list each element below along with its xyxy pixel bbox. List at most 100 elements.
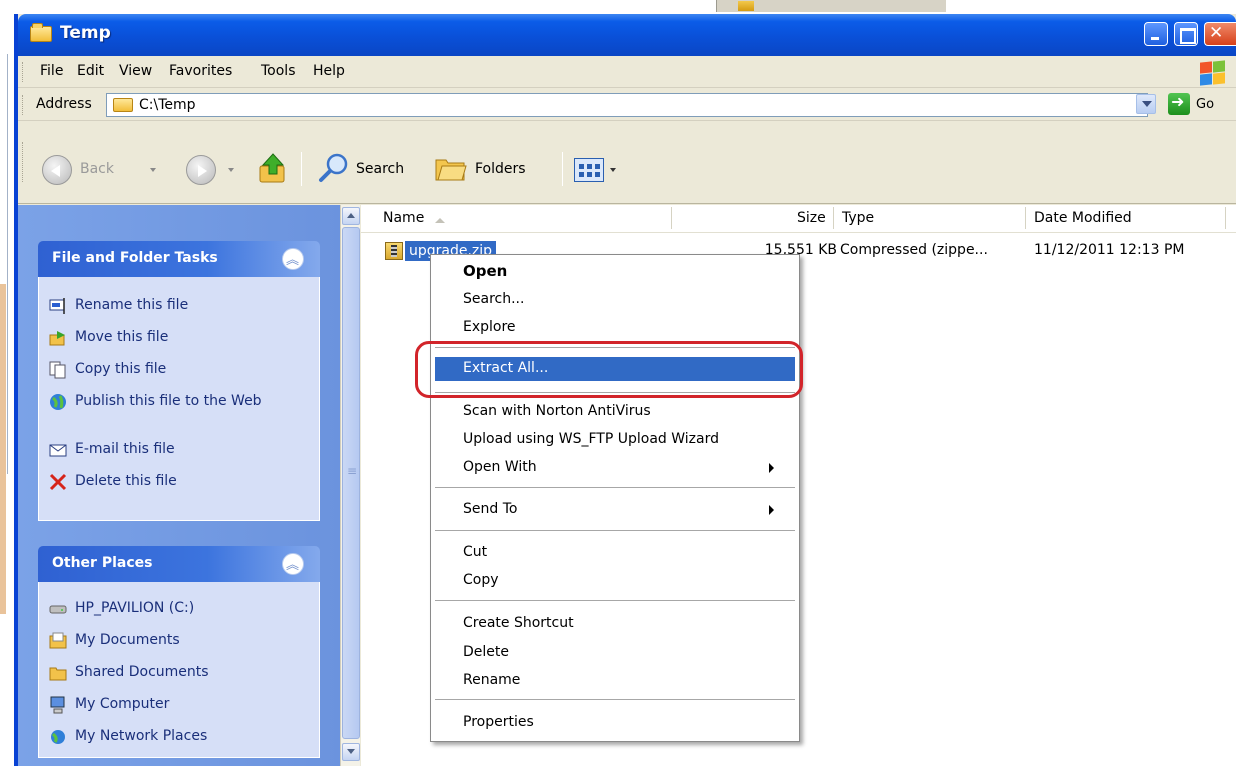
menu-grip bbox=[22, 62, 25, 82]
menu-item-label: Cut bbox=[463, 544, 488, 560]
task-label: Publish this file to the Web bbox=[75, 393, 262, 409]
address-grip bbox=[22, 95, 25, 115]
forward-arrow-icon[interactable] bbox=[186, 155, 216, 185]
title-bar[interactable]: Temp bbox=[18, 14, 1236, 56]
toolbar-grip bbox=[22, 142, 25, 182]
place-label: My Computer bbox=[75, 696, 170, 712]
views-dropdown-icon[interactable] bbox=[610, 168, 616, 172]
desktop-edge bbox=[0, 14, 14, 766]
other-places-header[interactable]: Other Places bbox=[38, 546, 320, 582]
column-type[interactable]: Type bbox=[842, 210, 874, 226]
place-label: Shared Documents bbox=[75, 664, 209, 680]
menu-item-label: Rename bbox=[463, 672, 521, 688]
collapse-chevron-icon[interactable] bbox=[282, 553, 304, 575]
search-icon[interactable] bbox=[318, 152, 350, 184]
vertical-scrollbar[interactable] bbox=[340, 205, 360, 766]
column-divider[interactable] bbox=[833, 207, 834, 229]
menu-item-label: Upload using WS_FTP Upload Wizard bbox=[463, 431, 720, 447]
menu-item-explore[interactable]: Explore bbox=[435, 316, 795, 340]
menu-item-label: Explore bbox=[463, 319, 516, 335]
folders-button-label[interactable]: Folders bbox=[475, 161, 526, 177]
menu-view[interactable]: View bbox=[119, 63, 152, 79]
computer-icon bbox=[50, 696, 65, 714]
menu-item-delete[interactable]: Delete bbox=[435, 641, 795, 665]
menu-item-label: Create Shortcut bbox=[463, 615, 574, 631]
address-label: Address bbox=[36, 96, 92, 112]
close-button[interactable] bbox=[1204, 22, 1236, 46]
back-button-label[interactable]: Back bbox=[80, 161, 114, 177]
menu-item-label: Search... bbox=[463, 291, 525, 307]
highlight-annotation bbox=[415, 341, 803, 398]
column-date-modified[interactable]: Date Modified bbox=[1034, 210, 1132, 226]
menu-item-scan-norton[interactable]: Scan with Norton AntiVirus bbox=[435, 400, 795, 424]
menu-item-label: Open With bbox=[463, 459, 537, 475]
other-places-panel: Other Places HP_PAVILION (C:) My Documen… bbox=[38, 546, 320, 758]
search-button-label[interactable]: Search bbox=[356, 161, 404, 177]
menu-favorites[interactable]: Favorites bbox=[169, 63, 232, 79]
task-label: Delete this file bbox=[75, 473, 177, 489]
menu-item-properties[interactable]: Properties bbox=[435, 711, 795, 735]
minimize-button[interactable] bbox=[1144, 22, 1168, 46]
desktop-edge-strip bbox=[0, 284, 6, 614]
address-input[interactable]: C:\Temp bbox=[106, 93, 1148, 117]
back-arrow-icon[interactable] bbox=[42, 155, 72, 185]
toolbar-separator bbox=[562, 152, 563, 186]
address-path: C:\Temp bbox=[139, 97, 196, 113]
folders-icon[interactable] bbox=[434, 154, 468, 182]
shared-folder-icon bbox=[49, 667, 67, 681]
zip-file-icon bbox=[385, 242, 403, 260]
menu-item-rename[interactable]: Rename bbox=[435, 669, 795, 693]
menu-bar: File Edit View Favorites Tools Help bbox=[18, 56, 1236, 88]
other-places-body: HP_PAVILION (C:) My Documents Shared Doc… bbox=[38, 582, 320, 758]
file-tasks-header[interactable]: File and Folder Tasks bbox=[38, 241, 320, 277]
menu-edit[interactable]: Edit bbox=[77, 63, 104, 79]
menu-file[interactable]: File bbox=[40, 63, 63, 79]
back-dropdown-icon[interactable] bbox=[150, 168, 156, 172]
menu-item-open-with[interactable]: Open With bbox=[435, 456, 795, 480]
menu-tools[interactable]: Tools bbox=[261, 63, 296, 79]
menu-item-label: Copy bbox=[463, 572, 499, 588]
network-globe-icon bbox=[51, 730, 65, 744]
task-pane: File and Folder Tasks Rename this file M… bbox=[18, 205, 340, 766]
column-divider[interactable] bbox=[1225, 207, 1226, 229]
place-label: My Network Places bbox=[75, 728, 208, 744]
move-icon bbox=[49, 331, 65, 346]
menu-item-label: Properties bbox=[463, 714, 534, 730]
menu-item-copy[interactable]: Copy bbox=[435, 569, 795, 593]
task-label: Move this file bbox=[75, 329, 169, 345]
up-folder-icon[interactable] bbox=[258, 152, 288, 184]
address-dropdown-button[interactable] bbox=[1136, 94, 1156, 114]
collapse-chevron-icon[interactable] bbox=[282, 248, 304, 270]
menu-separator bbox=[435, 699, 795, 700]
column-divider[interactable] bbox=[671, 207, 672, 229]
address-bar: Address C:\Temp Go bbox=[18, 89, 1236, 121]
maximize-button[interactable] bbox=[1174, 22, 1198, 46]
menu-item-open[interactable]: Open bbox=[435, 259, 795, 283]
go-button-label[interactable]: Go bbox=[1196, 97, 1214, 112]
scroll-down-button[interactable] bbox=[342, 743, 360, 761]
place-label: HP_PAVILION (C:) bbox=[75, 600, 195, 616]
windows-logo-icon bbox=[1198, 60, 1226, 86]
views-icon[interactable] bbox=[574, 158, 604, 182]
toolbar-separator bbox=[301, 152, 302, 186]
menu-item-upload-ws-ftp[interactable]: Upload using WS_FTP Upload Wizard bbox=[435, 428, 795, 452]
scrollbar-thumb[interactable] bbox=[342, 227, 360, 739]
menu-item-label: Delete bbox=[463, 644, 509, 660]
menu-item-cut[interactable]: Cut bbox=[435, 541, 795, 565]
file-type: Compressed (zippe... bbox=[840, 242, 988, 258]
menu-item-create-shortcut[interactable]: Create Shortcut bbox=[435, 612, 795, 636]
task-label: Rename this file bbox=[75, 297, 189, 313]
column-divider[interactable] bbox=[1025, 207, 1026, 229]
scroll-up-button[interactable] bbox=[342, 207, 360, 225]
forward-dropdown-icon[interactable] bbox=[228, 168, 234, 172]
file-tasks-panel: File and Folder Tasks Rename this file M… bbox=[38, 241, 320, 521]
column-size[interactable]: Size bbox=[797, 210, 826, 226]
menu-item-search[interactable]: Search... bbox=[435, 288, 795, 312]
standard-toolbar: Back Search Folders bbox=[18, 122, 1236, 204]
column-name[interactable]: Name bbox=[383, 210, 424, 226]
context-menu: Open Search... Explore Extract All... Sc… bbox=[430, 254, 800, 742]
menu-help[interactable]: Help bbox=[313, 63, 345, 79]
place-label: My Documents bbox=[75, 632, 180, 648]
go-arrow-icon[interactable] bbox=[1168, 92, 1190, 115]
menu-item-send-to[interactable]: Send To bbox=[435, 498, 795, 522]
